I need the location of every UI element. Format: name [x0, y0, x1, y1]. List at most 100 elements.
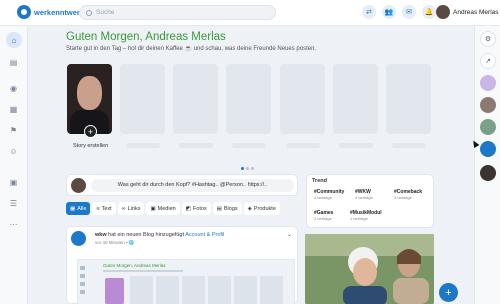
page-subtitle: Starte gut in den Tag – hol dir deinen K…: [66, 46, 317, 52]
post-action: hat ein neuen Blog hinzugefügt: [108, 232, 184, 238]
preview-subtitle-line: [103, 270, 183, 272]
more-icon[interactable]: ⋯: [7, 219, 20, 229]
search-icon: [86, 9, 92, 16]
friends-icon[interactable]: 👥: [382, 5, 396, 19]
preview-greeting: Guten Morgen, Andreas Merlas: [103, 263, 166, 268]
photo-icon: ◩: [185, 205, 191, 212]
preview-story-card: [260, 276, 283, 304]
contact-avatar[interactable]: [480, 119, 496, 135]
tab-text[interactable]: ≡ Text: [92, 202, 116, 215]
left-sidebar: ⌂ ▤ ◉ ▦ ⚑ ☺ ▣ ☰ ⋯: [0, 26, 28, 304]
tab-label: Produkte: [253, 205, 276, 212]
story-label-placeholder: [339, 143, 373, 148]
promo-photo[interactable]: [305, 234, 434, 304]
pagination-dot[interactable]: [246, 167, 249, 170]
tab-links[interactable]: ∞ Links: [117, 202, 145, 215]
post-input[interactable]: Was geht dir durch den Kopf? #Hashtag.. …: [91, 179, 294, 192]
trend-count: 4 beiträge: [355, 195, 373, 200]
trend-count: 2 beiträge: [314, 216, 332, 221]
add-story-button[interactable]: +: [84, 125, 97, 138]
story-placeholder: [226, 64, 271, 134]
post-author[interactable]: wkw: [95, 232, 107, 238]
groups-icon[interactable]: ◉: [7, 83, 20, 93]
story-placeholder: [386, 64, 431, 134]
story-photo: [77, 76, 102, 110]
create-story-card[interactable]: [67, 64, 112, 134]
tab-fotos[interactable]: ◩ Fotos: [181, 202, 211, 215]
top-bar: werkenntwen Suche ⇄ 👥 ✉ 🔔 Andreas Merlas: [0, 0, 500, 26]
pagination-dot[interactable]: [251, 167, 254, 170]
people-icon[interactable]: ☺: [7, 146, 20, 156]
logo[interactable]: werkenntwen: [17, 5, 82, 19]
preview-icon: [80, 290, 85, 294]
search-input[interactable]: Suche: [79, 5, 276, 20]
tab-medien[interactable]: ▣ Medien: [146, 202, 180, 215]
preview-story-card: [130, 276, 153, 304]
create-story-label: Story erstellen: [73, 143, 109, 149]
trend-item[interactable]: #Games 2 beiträge: [314, 210, 350, 221]
page-title: Guten Morgen, Andreas Merlas: [66, 31, 226, 43]
text-icon: ≡: [96, 205, 100, 212]
media-icon: ▣: [150, 205, 156, 212]
chevron-down-icon[interactable]: ⌄: [287, 231, 292, 238]
pagination-dot[interactable]: [241, 167, 244, 170]
bookmark-icon[interactable]: ▤: [7, 57, 20, 67]
preview-icon: [80, 274, 85, 278]
tab-label: Medien: [157, 205, 176, 212]
tab-alle[interactable]: ▦ Alle: [66, 202, 91, 215]
list-icon[interactable]: ☰: [7, 198, 20, 208]
user-menu[interactable]: Andreas Merlas: [436, 5, 499, 19]
notifications-icon[interactable]: 🔔: [422, 5, 436, 19]
calendar-icon[interactable]: ▣: [7, 177, 20, 187]
trend-item[interactable]: #Comeback 3 beiträge: [394, 189, 430, 200]
tab-label: Links: [127, 205, 141, 212]
contact-avatar[interactable]: [480, 165, 496, 181]
sync-icon[interactable]: ⇄: [362, 5, 376, 19]
preview-story-card: [208, 276, 231, 304]
product-icon: ◈: [247, 205, 252, 212]
trend-item[interactable]: #MusikModul 1 beiträge: [350, 210, 386, 221]
story-pagination[interactable]: [241, 167, 254, 170]
external-link-icon[interactable]: ↗: [480, 53, 496, 69]
trend-item[interactable]: #Community 4 beiträge: [314, 189, 350, 200]
feed-post: wkw hat ein neuen Blog hinzugefügt Accou…: [66, 226, 298, 304]
post-timestamp: vor 40 Minuten • 🌐: [95, 240, 135, 245]
trend-panel: Trend #Community 4 beiträge #WKW 4 beitr…: [306, 174, 434, 228]
contact-avatar[interactable]: [480, 97, 496, 113]
preview-icon: [80, 282, 85, 286]
story-placeholder: [173, 64, 218, 134]
settings-icon[interactable]: ⚙: [480, 31, 496, 47]
avatar[interactable]: [71, 231, 86, 246]
preview-story-card: [156, 276, 179, 304]
user-name: Andreas Merlas: [453, 8, 499, 16]
story-placeholder: [280, 64, 325, 134]
trend-count: 1 beiträge: [350, 216, 368, 221]
preview-story-image: [105, 278, 124, 304]
home-icon[interactable]: ⌂: [6, 32, 22, 48]
logo-icon: [17, 5, 31, 19]
contact-avatar[interactable]: [480, 75, 496, 91]
messages-icon[interactable]: ✉: [402, 5, 416, 19]
trend-count: 4 beiträge: [314, 195, 332, 200]
tab-label: Blogs: [223, 205, 238, 212]
feed-filter-tabs: ▦ Alle ≡ Text ∞ Links ▣ Medien ◩ Fotos ▤…: [66, 202, 298, 217]
story-label-placeholder: [286, 143, 320, 148]
story-label-placeholder: [179, 143, 213, 148]
flag-icon[interactable]: ⚑: [7, 125, 20, 135]
create-post-button[interactable]: +: [439, 283, 458, 302]
story-placeholder: [120, 64, 165, 134]
post-preview-image[interactable]: Guten Morgen, Andreas Merlas: [77, 259, 295, 304]
tab-produkte[interactable]: ◈ Produkte: [243, 202, 280, 215]
avatar: [436, 5, 450, 19]
story-placeholder: [333, 64, 378, 134]
post-composer: Was geht dir durch den Kopf? #Hashtag.. …: [66, 174, 298, 196]
contact-avatar[interactable]: [480, 141, 496, 157]
trend-item[interactable]: #WKW 4 beiträge: [355, 189, 391, 200]
pages-icon[interactable]: ▦: [7, 104, 20, 114]
preview-story-card: [182, 276, 205, 304]
trend-count: 3 beiträge: [394, 195, 412, 200]
promo-photo-art: [305, 234, 434, 304]
tab-label: Fotos: [192, 205, 207, 212]
tab-blogs[interactable]: ▤ Blogs: [212, 202, 242, 215]
post-link[interactable]: Account & Profil: [185, 232, 224, 238]
